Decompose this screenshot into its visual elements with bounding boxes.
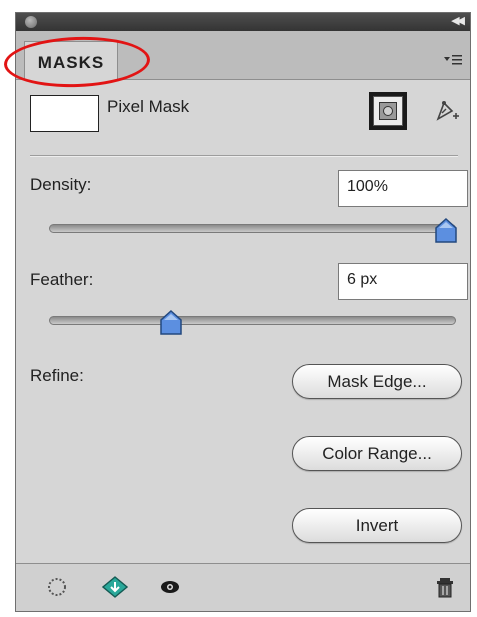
feather-slider[interactable] (49, 316, 456, 325)
density-slider-thumb[interactable] (434, 218, 458, 244)
pixel-mask-button[interactable] (369, 92, 407, 130)
panel-bottom-toolbar (16, 563, 470, 611)
feather-label: Feather: (30, 270, 94, 289)
feather-slider-thumb[interactable] (159, 310, 183, 336)
section-divider (30, 155, 458, 157)
panel-titlebar: ◀◀ (16, 13, 470, 31)
pixel-mask-icon (373, 96, 403, 126)
close-icon[interactable] (25, 16, 37, 28)
visibility-eye-icon[interactable] (159, 576, 181, 598)
panel-tab-strip: MASKS (3, 31, 470, 90)
density-field[interactable]: 100% (338, 170, 468, 207)
density-slider[interactable] (49, 224, 456, 233)
pixel-mask-thumbnail[interactable] (30, 95, 99, 132)
mask-type-label: Pixel Mask (107, 97, 190, 116)
color-range-button[interactable]: Color Range... (292, 436, 462, 471)
apply-mask-icon[interactable] (102, 576, 128, 598)
masks-panel: ◀◀ MASKS Pixel Mask Density: 100% Feathe… (3, 12, 471, 612)
collapse-panel-icon[interactable]: ◀◀ (451, 14, 465, 27)
invert-button[interactable]: Invert (292, 508, 462, 543)
load-selection-icon[interactable] (46, 576, 68, 598)
delete-mask-icon[interactable] (434, 576, 456, 598)
feather-field[interactable]: 6 px (338, 263, 468, 300)
refine-label: Refine: (30, 366, 84, 385)
panel-menu-icon[interactable] (444, 53, 462, 69)
density-label: Density: (30, 175, 92, 194)
vector-mask-icon[interactable] (434, 97, 460, 123)
mask-edge-button[interactable]: Mask Edge... (292, 364, 462, 399)
